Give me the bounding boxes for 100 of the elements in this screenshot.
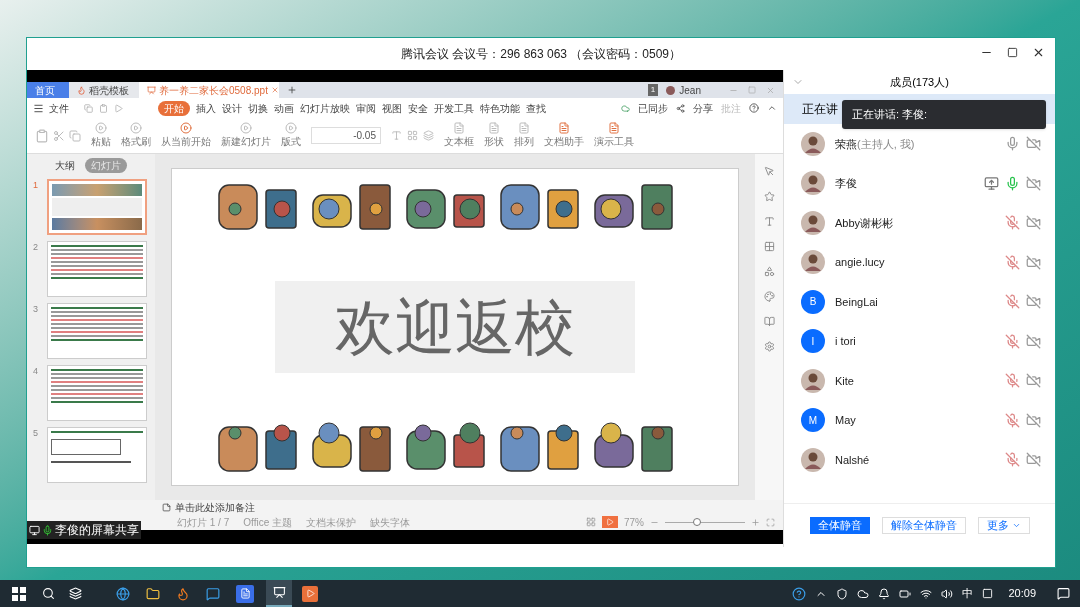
toolbar-button[interactable]: 粘贴 [91,122,111,149]
new-tab-icon[interactable] [287,85,297,95]
toolbar-button[interactable]: 排列 [514,122,534,149]
camera-off-icon [1026,412,1041,428]
member-row[interactable]: M May [784,400,1055,440]
menu-tab[interactable]: 文件 [49,100,69,116]
font-size-field[interactable]: -0.05 [311,127,381,144]
document-tab[interactable]: 养一养二家长会0508.ppt [139,82,279,98]
close-icon[interactable] [1032,46,1045,59]
camera-off-icon [1026,136,1041,152]
star-icon[interactable] [763,191,775,202]
play-circle-icon [130,122,142,134]
flame-icon[interactable] [176,586,190,601]
volume-icon[interactable] [941,587,954,600]
grid-icon[interactable] [763,241,775,252]
panel-tab[interactable]: 大纲 [55,158,75,173]
menu-tab[interactable]: 幻灯片放映 [300,100,350,116]
slide-thumbnail[interactable] [47,179,147,235]
maximize-icon[interactable] [1007,46,1018,59]
start-icon[interactable] [12,586,26,601]
member-row[interactable]: B BeingLai [784,282,1055,322]
notification-icon[interactable] [1057,587,1070,600]
clipboard-icon[interactable] [35,128,49,143]
share-link[interactable]: 分享 [693,100,713,116]
notes-placeholder[interactable]: 单击此处添加备注 [175,499,255,515]
toolbar-button[interactable]: 演示工具 [594,122,634,149]
search-icon[interactable] [42,587,55,600]
toolbar-button[interactable]: 从当前开始 [161,122,211,149]
wifi-icon[interactable] [920,587,933,600]
menu-tab[interactable]: 开发工具 [434,100,474,116]
grid-icon[interactable] [407,130,418,141]
mute-button[interactable]: 全体静音 [809,517,870,534]
camera-off-icon [1026,373,1041,389]
more-button[interactable]: 更多 [977,517,1030,534]
help-icon[interactable] [792,586,807,601]
view-icon[interactable] [586,517,596,527]
slide-thumbnail[interactable] [47,365,147,421]
browser-icon[interactable] [116,586,130,601]
document-tab[interactable]: 首页 [27,82,69,98]
menu-tab[interactable]: 特色功能 [480,100,520,116]
folder-icon[interactable] [146,586,160,601]
scissors-icon[interactable] [53,128,65,143]
slide-thumbnail[interactable] [47,241,147,297]
toolbar-button[interactable]: 文本框 [444,122,474,149]
help-icon[interactable] [749,103,759,113]
slide-thumbnail[interactable] [47,427,147,483]
book-icon[interactable] [763,316,775,327]
collapse-icon[interactable] [767,103,777,113]
menu-tab[interactable]: 插入 [196,100,216,116]
avatar: I [801,329,825,354]
mute-button[interactable]: 解除全体静音 [881,517,966,534]
member-row[interactable]: 李俊 [784,163,1055,203]
bell-icon[interactable] [878,587,891,600]
menu-tab[interactable]: 审阅 [356,100,376,116]
member-name: i tori [835,334,856,349]
pointer-icon[interactable] [763,166,775,177]
toolbar-button[interactable]: 文档助手 [544,122,584,149]
member-row[interactable]: Kite [784,361,1055,401]
slides-app-icon[interactable] [302,585,318,602]
camera-off-icon [1026,333,1041,349]
task-view-icon[interactable] [69,587,82,600]
play-circle-icon [285,122,297,134]
text-icon[interactable] [391,130,402,141]
menu-tab[interactable]: 切换 [248,100,268,116]
member-row[interactable]: I i tori [784,321,1055,361]
text-icon[interactable] [763,216,775,227]
menu-tab[interactable]: 设计 [222,100,242,116]
play-circle-icon [95,122,107,134]
settings-icon[interactable] [763,341,775,352]
menu-tab[interactable]: 查找 [526,100,546,116]
input-method[interactable]: 中 [962,585,974,602]
cloud-icon[interactable] [857,587,870,600]
document-tab[interactable]: 稻壳模板 [69,82,139,98]
meeting-app-icon[interactable] [266,580,292,607]
zoom-in-icon[interactable] [751,517,760,527]
slide-thumbnail[interactable] [47,303,147,359]
toolbar-button[interactable]: 新建幻灯片 [221,122,271,149]
toolbar-button[interactable]: 版式 [281,122,301,149]
menu-tab[interactable]: 视图 [382,100,402,116]
palette-icon[interactable] [763,291,775,302]
slide-title: 欢迎返校 [275,281,635,373]
member-row[interactable]: angie.lucy [784,242,1055,282]
avatar: M [801,408,825,433]
sync-status[interactable]: 已同步 [638,100,668,116]
layers-icon[interactable] [423,130,434,141]
shapes-icon[interactable] [763,266,775,277]
shield-icon[interactable] [836,587,849,600]
toolbar-button[interactable]: 格式刷 [121,122,151,149]
slide-number: 1 [33,179,39,192]
clock[interactable]: 20:09 [1008,585,1036,602]
slideshow-icon[interactable] [602,516,618,528]
menu-tab[interactable]: 动画 [274,100,294,116]
toolbar-button[interactable]: 形状 [484,122,504,149]
member-name: angie.lucy [835,255,885,270]
member-row[interactable]: Nalshé [784,440,1055,480]
member-row[interactable]: Abby谢彬彬 [784,203,1055,243]
share-icon [676,103,685,113]
menu-tab[interactable]: 安全 [408,100,428,116]
menu-icon[interactable] [33,102,44,114]
chat-icon[interactable] [206,586,220,601]
